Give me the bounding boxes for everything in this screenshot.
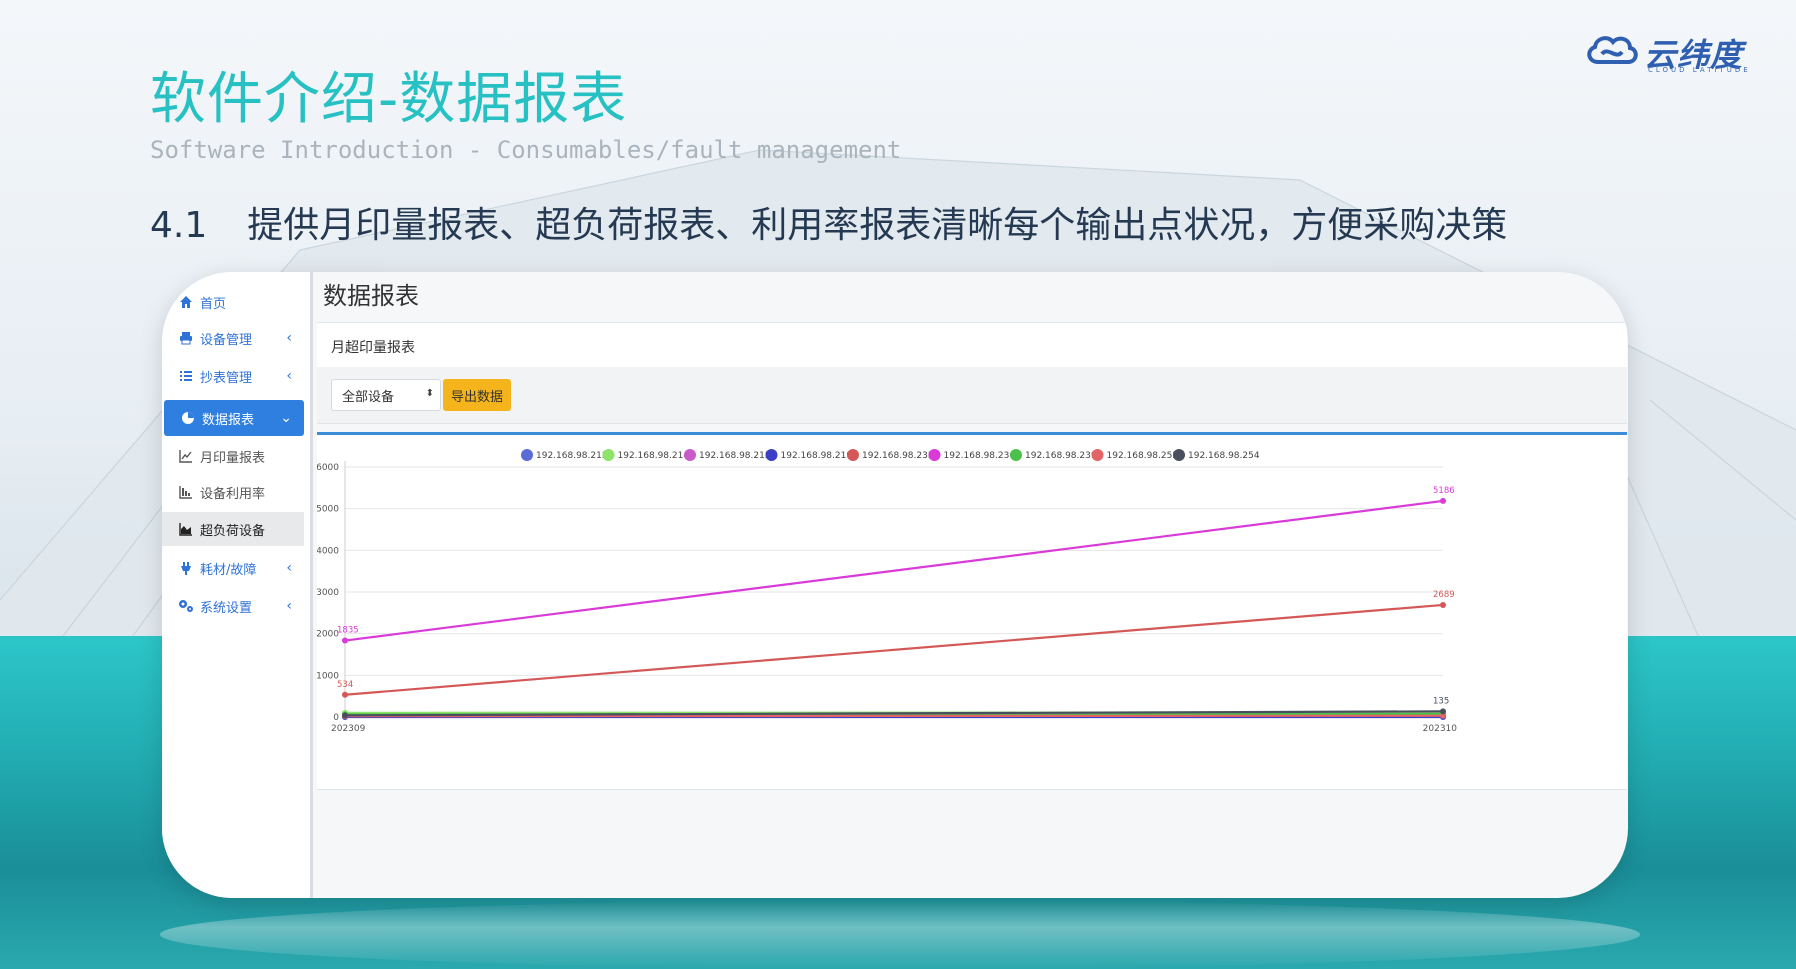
device-select-value: 全部设备 xyxy=(342,389,395,405)
sidebar-subitem-monthly-print[interactable]: 月印量报表 xyxy=(162,439,304,473)
y-tick-label: 5000 xyxy=(317,505,339,515)
sidebar-subitem-label: 设备利用率 xyxy=(200,486,266,502)
panel-header: 月超印量报表 xyxy=(317,322,1627,368)
data-label: 5186 xyxy=(1433,486,1455,496)
data-point xyxy=(1440,601,1446,608)
page-title: 数据报表 xyxy=(323,282,419,310)
section-heading: 4.1 提供月印量报表、超负荷报表、利用率报表清晰每个输出点状况，方便采购决策 xyxy=(150,196,1507,248)
section-number: 4.1 xyxy=(150,205,208,246)
data-label: 2689 xyxy=(1433,590,1455,600)
legend-label: 192.168.98.236 xyxy=(944,451,1016,461)
sidebar-item-devices[interactable]: 设备管理 ‹ xyxy=(162,320,304,356)
legend-swatch xyxy=(928,449,941,461)
sidebar-item-label: 系统设置 xyxy=(200,600,253,616)
cloud-logo-icon xyxy=(1587,36,1638,64)
legend-swatch xyxy=(847,449,859,461)
legend-label: 192.168.98.214 xyxy=(618,451,690,461)
printer-icon xyxy=(178,330,194,346)
data-point xyxy=(1440,497,1446,504)
section-text: 提供月印量报表、超负荷报表、利用率报表清晰每个输出点状况，方便采购决策 xyxy=(247,205,1508,246)
home-icon xyxy=(178,294,194,310)
legend-label: 192.168.98.239 xyxy=(1025,451,1097,461)
legend-swatch xyxy=(1091,449,1104,461)
chevron-left-icon: ‹ xyxy=(286,368,292,384)
series-line xyxy=(344,499,1444,642)
legend-swatch xyxy=(602,449,615,461)
legend-label: 192.168.98.219 xyxy=(781,451,853,461)
legend-swatch xyxy=(684,449,696,461)
y-tick-label: 4000 xyxy=(317,546,339,556)
x-tick-label: 202309 xyxy=(331,724,366,734)
x-tick-label: 202310 xyxy=(1423,724,1458,734)
sidebar-subitem-overload[interactable]: 超负荷设备 xyxy=(162,512,304,546)
legend-label: 192.168.98.254 xyxy=(1188,451,1260,461)
sidebar-item-data-reports[interactable]: 数据报表 ⌄ xyxy=(164,400,304,436)
sidebar-item-home[interactable]: 首页 xyxy=(162,284,304,320)
main-content: 数据报表 月超印量报表 全部设备 ⬍ 导出数据 0 1000 2000 3000 400… xyxy=(313,272,1628,898)
app-screenshot-card: 首页 设备管理 ‹ 抄表管理 ‹ 数据报表 ⌄ 月印量报表 设备利用率 超负荷设… xyxy=(162,272,1628,898)
legend-swatch xyxy=(1173,449,1185,461)
y-tick-label: 2000 xyxy=(317,630,339,640)
legend-label: 192.168.98.212 xyxy=(536,451,608,461)
brand-logo: 云纬度 CLOUD LATITUDE xyxy=(1584,30,1754,80)
data-point xyxy=(342,712,348,719)
gears-icon xyxy=(178,598,194,614)
sidebar-item-label: 耗材/故障 xyxy=(200,562,257,578)
y-tick-label: 0 xyxy=(333,713,339,723)
slide-title: 软件介绍-数据报表 xyxy=(150,67,628,132)
select-arrows-icon: ⬍ xyxy=(425,388,434,399)
y-tick-label: 3000 xyxy=(317,588,339,598)
sidebar-item-consumables[interactable]: 耗材/故障 ‹ xyxy=(162,550,304,586)
reflection-glow xyxy=(160,900,1640,969)
chevron-left-icon: ‹ xyxy=(286,330,292,346)
legend-label: 192.168.98.252 xyxy=(1107,451,1179,461)
legend-label: 192.168.98.215 xyxy=(699,451,771,461)
sidebar-subitem-label: 超负荷设备 xyxy=(200,523,266,539)
sidebar-item-label: 抄表管理 xyxy=(200,370,253,386)
line-chart-icon xyxy=(178,448,194,464)
plug-icon xyxy=(178,560,194,576)
sidebar: 首页 设备管理 ‹ 抄表管理 ‹ 数据报表 ⌄ 月印量报表 设备利用率 超负荷设… xyxy=(162,272,313,898)
data-point xyxy=(1440,708,1446,715)
line-chart: 0 1000 2000 3000 4000 5000 6000 202309 202310 192… xyxy=(317,449,1458,734)
chevron-left-icon: ‹ xyxy=(286,560,292,576)
bar-chart-icon xyxy=(178,484,194,500)
sidebar-item-meter-reading[interactable]: 抄表管理 ‹ xyxy=(162,358,304,394)
sidebar-item-label: 设备管理 xyxy=(200,332,253,348)
brand-tagline: CLOUD LATITUDE xyxy=(1648,66,1751,74)
chart-panel: 0 1000 2000 3000 4000 5000 6000 202309 202310 192… xyxy=(317,432,1627,790)
legend-swatch xyxy=(765,449,778,461)
report-toolbar: 全部设备 ⬍ 导出数据 xyxy=(317,367,1627,424)
chevron-down-icon: ⌄ xyxy=(280,410,292,426)
pie-chart-icon xyxy=(180,410,196,426)
export-data-button[interactable]: 导出数据 xyxy=(443,379,511,411)
sidebar-item-label: 首页 xyxy=(200,296,227,312)
slide-subtitle: Software Introduction - Consumables/faul… xyxy=(150,136,902,164)
device-select[interactable]: 全部设备 ⬍ xyxy=(331,379,441,411)
data-point xyxy=(342,637,348,644)
y-tick-label: 1000 xyxy=(317,671,339,681)
legend-label: 192.168.98.235 xyxy=(862,451,934,461)
data-label: 135 xyxy=(1433,696,1449,706)
data-point xyxy=(342,691,348,698)
legend-swatch xyxy=(521,449,533,461)
chevron-left-icon: ‹ xyxy=(286,598,292,614)
y-tick-label: 6000 xyxy=(317,463,339,473)
panel-title: 月超印量报表 xyxy=(331,340,415,356)
data-label: 534 xyxy=(337,680,353,690)
sidebar-subitem-utilization[interactable]: 设备利用率 xyxy=(162,475,304,509)
legend-swatch xyxy=(1010,449,1022,461)
series-line xyxy=(344,603,1444,696)
area-chart-icon xyxy=(178,521,194,537)
sidebar-item-settings[interactable]: 系统设置 ‹ xyxy=(162,588,304,624)
data-label: 1835 xyxy=(337,626,359,636)
list-icon xyxy=(178,368,194,384)
sidebar-subitem-label: 月印量报表 xyxy=(200,450,266,466)
sidebar-item-label: 数据报表 xyxy=(202,412,255,428)
